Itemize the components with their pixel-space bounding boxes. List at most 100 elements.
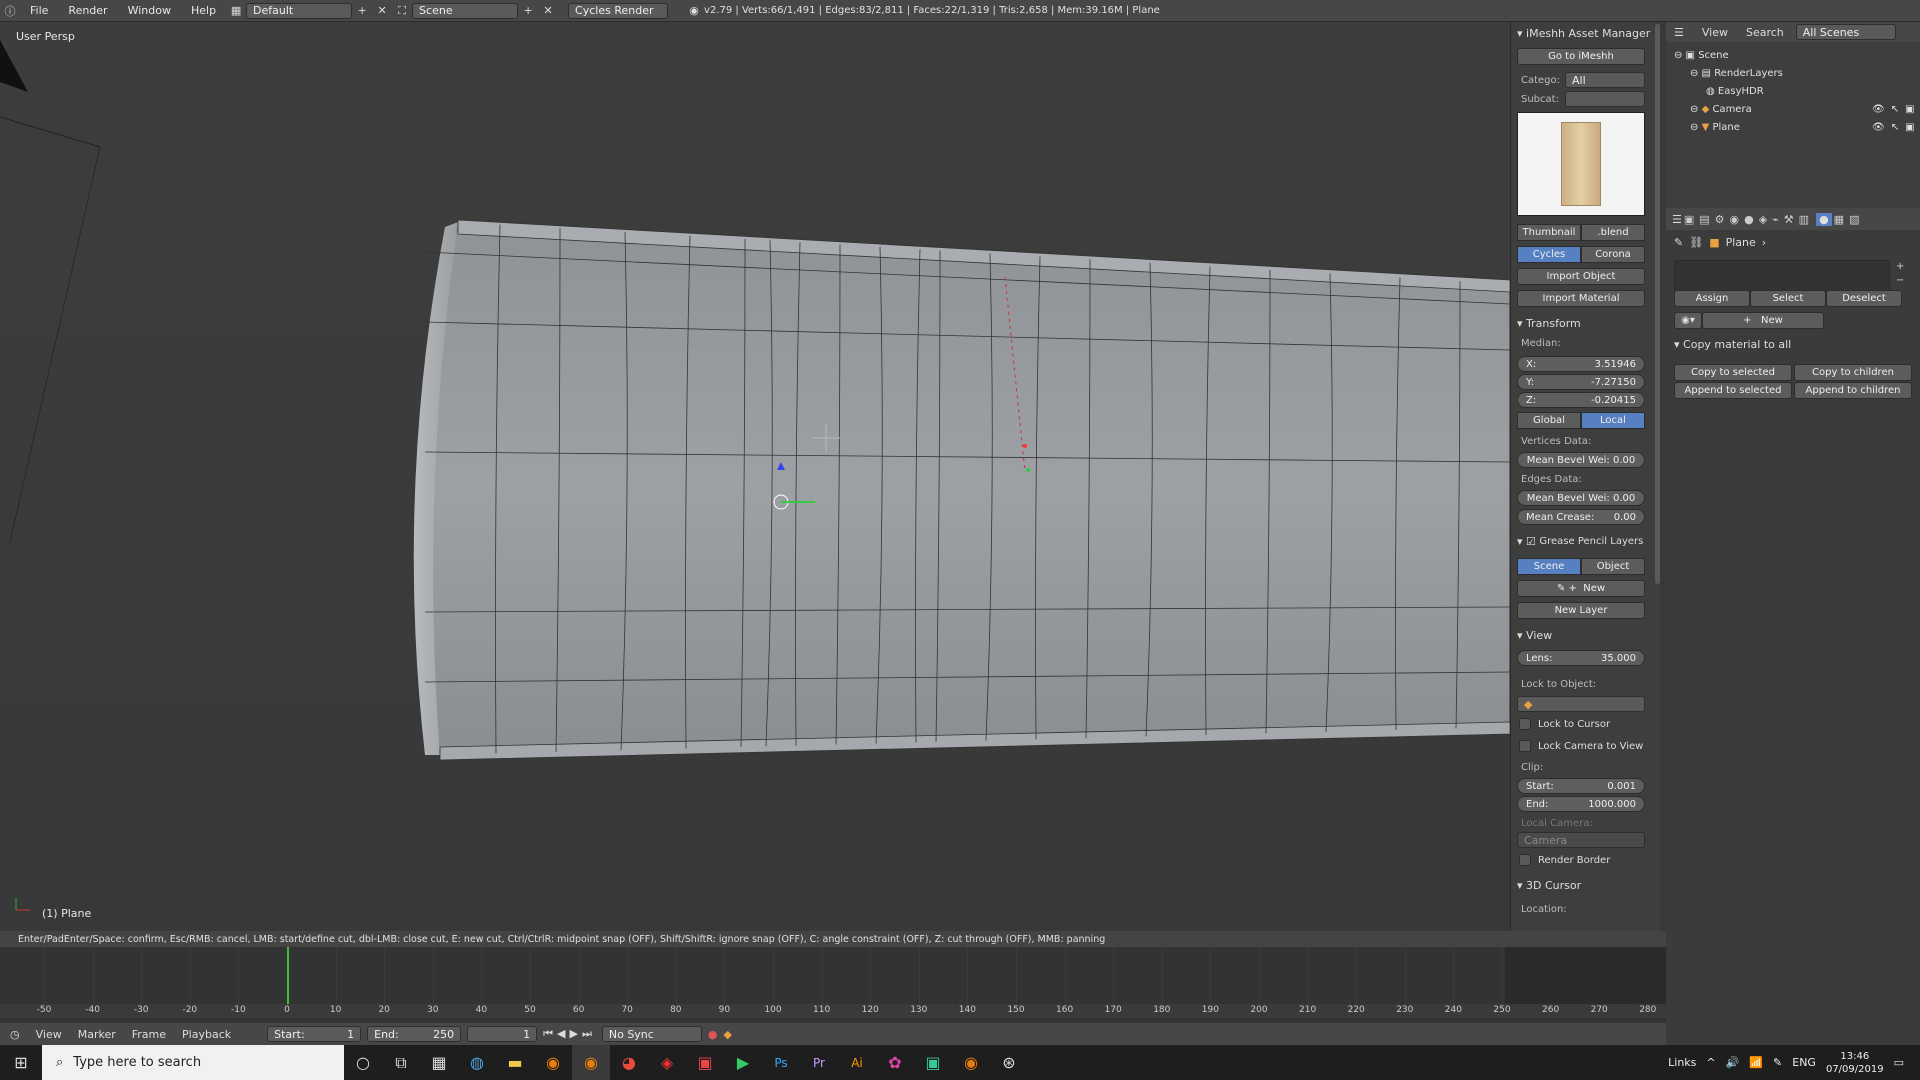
app-red-icon[interactable]: ◈ [648, 1045, 686, 1080]
grease-source-tabs[interactable]: Scene Object [1517, 558, 1645, 575]
app-green-icon[interactable]: ▣ [914, 1045, 952, 1080]
timeline-frame-menu[interactable]: Frame [132, 1028, 166, 1041]
layout-icon[interactable]: ▦ [226, 3, 246, 19]
imeshh-header[interactable]: ▾ iMeshh Asset Manager [1511, 24, 1651, 42]
pen-icon[interactable]: ✎ [1773, 1056, 1782, 1069]
steam-icon[interactable]: ⊛ [990, 1045, 1028, 1080]
timeline-marker-menu[interactable]: Marker [78, 1028, 116, 1041]
plane-visibility-toggles[interactable]: 👁 ↖ ▣ [1872, 118, 1915, 136]
volume-icon[interactable]: 🔊 [1726, 1056, 1740, 1069]
outliner-view-menu[interactable]: View [1702, 26, 1728, 39]
engine-tabs[interactable]: Cycles Corona [1517, 246, 1645, 263]
lock-camera-checkbox[interactable]: Lock Camera to View [1519, 740, 1643, 752]
edge-bevel-field[interactable]: Mean Bevel Wei: 0.00 [1517, 490, 1645, 506]
outliner[interactable]: ☰ View Search All Scenes ⊖ ▣ Scene ⊖ ▤ R… [1666, 22, 1920, 208]
median-y-field[interactable]: Y: -7.27150 [1517, 374, 1645, 390]
copy-material-header[interactable]: ▾ Copy material to all [1674, 338, 1791, 351]
sync-mode-select[interactable]: No Sync [601, 1026, 702, 1042]
render-border-checkbox[interactable]: Render Border [1519, 854, 1610, 866]
current-frame-field[interactable]: 1 [467, 1026, 538, 1042]
plane-mesh[interactable] [425, 221, 1510, 756]
asset-thumbnail[interactable] [1517, 112, 1645, 216]
median-x-field[interactable]: X: 3.51946 [1517, 356, 1645, 372]
mesh-view[interactable] [0, 22, 1510, 931]
goto-imeshh-button[interactable]: Go to iMeshh [1517, 48, 1645, 65]
timeline-playback-menu[interactable]: Playback [182, 1028, 231, 1041]
task-view-icon[interactable]: ⧉ [382, 1045, 420, 1080]
local-camera-field[interactable]: Camera [1517, 832, 1645, 848]
clip-start-field[interactable]: Start: 0.001 [1517, 778, 1645, 794]
keyframe-icon[interactable]: ◆ [723, 1028, 731, 1041]
camera-visibility-toggles[interactable]: 👁 ↖ ▣ [1872, 100, 1915, 118]
notifications-icon[interactable]: ▭ [1894, 1056, 1904, 1069]
mean-crease-field[interactable]: Mean Crease: 0.00 [1517, 509, 1645, 525]
material-tab-icon[interactable]: ● [1816, 212, 1832, 226]
outliner-search-menu[interactable]: Search [1746, 26, 1784, 39]
tab-object[interactable]: Object [1581, 558, 1645, 575]
lock-object-field[interactable]: ◆ [1517, 696, 1645, 712]
start-frame-field[interactable]: Start: 1 [267, 1026, 362, 1042]
render-engine-select[interactable]: Cycles Render [568, 2, 669, 19]
outliner-item-camera[interactable]: ⊖ ◆ Camera [1690, 100, 1752, 118]
add-scene-icon[interactable]: + [518, 3, 538, 19]
pin-icon[interactable]: ✎ [1674, 236, 1683, 249]
remove-scene-icon[interactable]: ✕ [538, 3, 558, 19]
playback-controls-icon[interactable]: ⏮◀▶⏭ [543, 1027, 596, 1041]
scene-icon[interactable]: ⛶ [392, 3, 412, 19]
record-icon[interactable]: ● [708, 1028, 718, 1041]
assign-button[interactable]: Assign [1674, 290, 1750, 307]
import-material-button[interactable]: Import Material [1517, 290, 1645, 307]
cortana-icon[interactable]: ○ [344, 1045, 382, 1080]
timeline-view-menu[interactable]: View [36, 1028, 62, 1041]
subcat-select[interactable] [1565, 91, 1645, 107]
tab-scene[interactable]: Scene [1517, 558, 1581, 575]
browser-icon[interactable]: ◍ [458, 1045, 496, 1080]
outliner-item-easyhdr[interactable]: ◍ EasyHDR [1706, 82, 1764, 100]
premiere-icon[interactable]: Pr [800, 1045, 838, 1080]
calculator-icon[interactable]: ▦ [420, 1045, 458, 1080]
tab-corona[interactable]: Corona [1581, 246, 1645, 263]
tab-local[interactable]: Local [1581, 412, 1645, 429]
new-material-button[interactable]: + New [1702, 312, 1824, 329]
clock[interactable]: 13:46 07/09/2019 [1826, 1050, 1884, 1076]
append-to-selected-button[interactable]: Append to selected [1674, 382, 1792, 399]
remove-layout-icon[interactable]: ✕ [372, 3, 392, 19]
blend-button[interactable]: .blend [1581, 224, 1645, 241]
illustrator-icon[interactable]: Ai [838, 1045, 876, 1080]
scene-select[interactable]: Scene [412, 2, 519, 19]
menu-window[interactable]: Window [118, 4, 181, 17]
menu-render[interactable]: Render [58, 4, 117, 17]
new-layer-button[interactable]: New Layer [1517, 602, 1645, 619]
chrome-icon[interactable]: ◕ [610, 1045, 648, 1080]
outliner-editor-icon[interactable]: ☰ [1674, 26, 1684, 39]
view-header[interactable]: ▾ View [1511, 626, 1651, 644]
language-indicator[interactable]: ENG [1792, 1056, 1816, 1069]
median-z-field[interactable]: Z: -0.20415 [1517, 392, 1645, 408]
outliner-item-plane[interactable]: ⊖ ▼ Plane [1690, 118, 1740, 136]
photoshop-icon[interactable]: Ps [762, 1045, 800, 1080]
editor-type-icon[interactable]: ⓘ [0, 3, 20, 19]
timeline-ruler[interactable]: -50 -40 -30 -20 -10 0 10 20 30 40 50 60 70 80 90 100 110… [0, 1004, 1666, 1018]
more-tab-icons[interactable]: ▦▧ [1834, 213, 1865, 226]
start-button-icon[interactable]: ⊞ [0, 1045, 42, 1080]
timeline[interactable]: -50 -40 -30 -20 -10 0 10 20 30 40 50 60 70 80 90 100 110… [0, 947, 1666, 1023]
vertex-bevel-field[interactable]: Mean Bevel Wei: 0.00 [1517, 452, 1645, 468]
copy-to-children-button[interactable]: Copy to children [1794, 364, 1912, 381]
context-tab-icons[interactable]: ▣▤⚙◉●◈⌁⚒▥ [1684, 213, 1814, 226]
thumbnail-button[interactable]: Thumbnail [1517, 224, 1581, 241]
blender-second-icon[interactable]: ◉ [952, 1045, 990, 1080]
tab-cycles[interactable]: Cycles [1517, 246, 1581, 263]
select-button[interactable]: Select [1750, 290, 1826, 307]
category-select[interactable]: All [1565, 72, 1645, 88]
timeline-editor-icon[interactable]: ◷ [10, 1028, 20, 1041]
tray-chevron-icon[interactable]: ^ [1706, 1056, 1715, 1069]
file-explorer-icon[interactable]: ▬ [496, 1045, 534, 1080]
properties-editor-icon[interactable]: ☰ [1672, 213, 1682, 226]
menu-file[interactable]: File [20, 4, 58, 17]
tab-global[interactable]: Global [1517, 412, 1581, 429]
deselect-button[interactable]: Deselect [1826, 290, 1902, 307]
lens-field[interactable]: Lens: 35.000 [1517, 650, 1645, 666]
material-browse-icon[interactable]: ◉▾ [1674, 312, 1702, 329]
blender-active-icon[interactable]: ◉ [572, 1045, 610, 1080]
outliner-item-scene[interactable]: ⊖ ▣ Scene [1674, 46, 1729, 64]
